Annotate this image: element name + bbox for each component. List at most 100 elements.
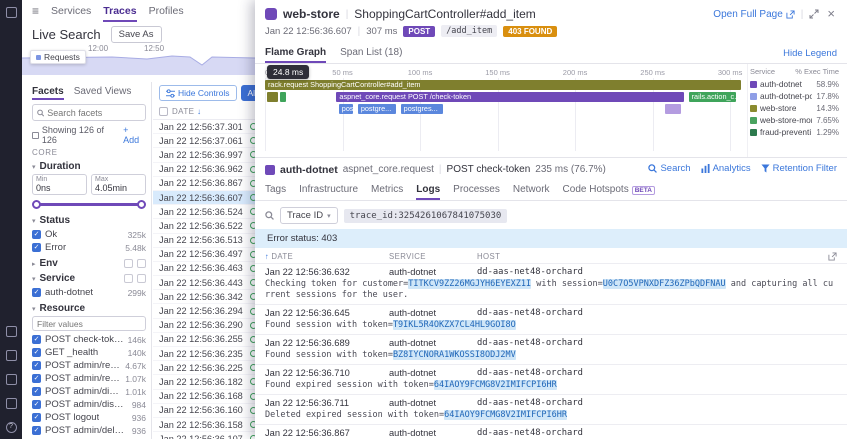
resource-option[interactable]: ✓ POST admin/remove-f... 4.67k — [32, 359, 146, 372]
resource-option[interactable]: ✓ POST admin/disable-un... 1.01k — [32, 385, 146, 398]
facet-menu-icon[interactable] — [137, 274, 146, 283]
error-status-banner[interactable]: Error status: 403 — [255, 229, 847, 248]
trace-row[interactable]: Jan 22 12:56:36.607auth-dotnet — [153, 190, 255, 206]
trace-id-filter-dropdown[interactable]: Trace ID ▾ — [280, 207, 338, 224]
flame-span[interactable]: postgres... — [400, 104, 444, 114]
duration-max-input[interactable]: Max 4.05min — [91, 174, 146, 195]
status-option[interactable]: ✓ Ok 325k — [32, 228, 146, 241]
checkbox[interactable]: ✓ — [32, 374, 41, 383]
legend-item[interactable]: auth-dotnet 58.9% — [750, 78, 839, 90]
expand-panel-icon[interactable] — [809, 9, 819, 19]
trace-row[interactable]: Jan 22 12:56:36.255auth-dotnet — [153, 333, 255, 347]
duration-min-input[interactable]: Min 0ns — [32, 174, 87, 195]
tab-tags[interactable]: Tags — [265, 180, 286, 200]
checkbox[interactable]: ✓ — [32, 361, 41, 370]
facet-service-header[interactable]: ▾ Service — [32, 273, 146, 284]
checkbox[interactable]: ✓ — [32, 348, 41, 357]
trace-row[interactable]: Jan 22 12:56:36.463auth-dotnet — [153, 262, 255, 277]
trace-row[interactable]: Jan 22 12:56:36.225auth-dotnet — [153, 361, 255, 376]
trace-row[interactable]: Jan 22 12:56:36.160auth-dotnet — [153, 404, 255, 418]
legend-item[interactable]: fraud-preventi... 1.29% — [750, 126, 839, 138]
legend-item[interactable]: web-store-mon... 7.65% — [750, 114, 839, 126]
tab-infrastructure[interactable]: Infrastructure — [299, 180, 358, 200]
tab-metrics[interactable]: Metrics — [371, 180, 403, 200]
resource-filter[interactable] — [32, 316, 146, 331]
log-entry[interactable]: Jan 22 12:56:36.711 auth-dotnet dd-aas-net… — [255, 394, 847, 424]
facet-filter-icon[interactable] — [124, 274, 133, 283]
close-icon[interactable]: × — [825, 7, 837, 20]
resource-option[interactable]: ✓ POST check-token 146k — [32, 333, 146, 346]
trace-row[interactable]: Jan 22 12:56:36.997auth-dotnet — [153, 148, 255, 163]
hide-controls-button[interactable]: Hide Controls — [159, 85, 237, 101]
trace-row[interactable]: Jan 22 12:56:36.513auth-dotnet — [153, 234, 255, 248]
duration-slider[interactable] — [32, 199, 146, 210]
trace-row[interactable]: Jan 22 12:56:36.168auth-dotnet — [153, 390, 255, 404]
checkbox[interactable]: ✓ — [32, 335, 41, 344]
trace-row[interactable]: Jan 22 12:56:36.107auth-dotnet — [153, 432, 255, 439]
tab-processes[interactable]: Processes — [453, 180, 500, 200]
flame-span[interactable] — [267, 92, 278, 102]
legend-item[interactable]: auth-dotnet-po... 17.8% — [750, 90, 839, 102]
apps-grid-icon[interactable] — [5, 7, 17, 18]
trace-row[interactable]: Jan 22 12:56:36.294auth-dotnet — [153, 304, 255, 319]
resource-option[interactable]: ✓ POST admin/delete-us...936 — [32, 424, 146, 437]
trace-row[interactable]: Jan 22 12:56:36.443auth-dotnet — [153, 276, 255, 291]
trace-row[interactable]: Jan 22 12:56:36.158auth-dotnet — [153, 418, 255, 433]
trace-row[interactable]: Jan 22 12:56:37.061auth-dotnet — [153, 134, 255, 149]
open-in-logs-icon[interactable] — [828, 252, 837, 261]
settings-icon[interactable] — [5, 398, 17, 409]
trace-row[interactable]: Jan 22 12:56:36.524auth-dotnet — [153, 205, 255, 220]
facet-duration-header[interactable]: ▾ Duration — [32, 161, 146, 172]
checkbox[interactable]: ✓ — [32, 400, 41, 409]
log-column-host[interactable]: HOST — [477, 252, 627, 261]
log-column-date[interactable]: ↑ DATE — [265, 252, 389, 261]
resource-option[interactable]: ✓ POST logout 936 — [32, 411, 146, 424]
select-all-checkbox[interactable] — [159, 107, 168, 116]
facet-env-header[interactable]: ▸ Env — [32, 258, 146, 269]
nav-tab-traces[interactable]: Traces — [103, 0, 136, 22]
trace-row[interactable]: Jan 22 12:56:36.342auth-dotnet — [153, 290, 255, 305]
checkbox[interactable]: ✓ — [32, 230, 41, 239]
add-facet-button[interactable]: + Add — [123, 125, 146, 145]
legend-item[interactable]: web-store 14.3% — [750, 102, 839, 114]
facet-resource-header[interactable]: ▾ Resource — [32, 303, 146, 314]
log-entry[interactable]: Jan 22 12:56:36.632 auth-dotnet dd-aas-net… — [255, 263, 847, 304]
status-option[interactable]: ✓ Error 5.48k — [32, 241, 146, 254]
resource-option[interactable]: ✓ GET _health 140k — [32, 346, 146, 359]
menu-icon[interactable]: ≡ — [32, 4, 39, 18]
log-entry[interactable]: Jan 22 12:56:36.689 auth-dotnet dd-aas-net… — [255, 334, 847, 364]
checkbox[interactable]: ✓ — [32, 288, 41, 297]
facet-menu-icon[interactable] — [137, 259, 146, 268]
resource-filter-input[interactable] — [37, 318, 141, 329]
trace-row[interactable]: Jan 22 12:56:36.182auth-dotnet — [153, 375, 255, 390]
trace-row[interactable]: Jan 22 12:56:36.522auth-dotnet — [153, 219, 255, 234]
tab-network[interactable]: Network — [513, 180, 550, 200]
flame-span[interactable] — [664, 104, 682, 114]
trace-row[interactable]: Jan 22 12:56:36.962auth-dotnet — [153, 163, 255, 177]
trace-row[interactable]: Jan 22 12:56:36.497auth-dotnet — [153, 248, 255, 262]
checkbox[interactable]: ✓ — [32, 413, 41, 422]
log-column-service[interactable]: SERVICE — [389, 252, 477, 261]
flame-span[interactable]: postgre... — [357, 104, 396, 114]
open-full-page-link[interactable]: Open Full Page — [713, 9, 795, 20]
tab-facets[interactable]: Facets — [32, 84, 64, 100]
log-entry[interactable]: Jan 22 12:56:36.645 auth-dotnet dd-aas-net… — [255, 304, 847, 334]
analytics-button[interactable]: Analytics — [701, 163, 751, 174]
log-entry[interactable]: Jan 22 12:56:36.867 auth-dotnet dd-aas-net… — [255, 424, 847, 439]
retention-filter-button[interactable]: Retention Filter — [761, 163, 837, 174]
column-date[interactable]: DATE ↓ — [172, 107, 255, 116]
flame-graph[interactable]: 050 ms100 ms150 ms200 ms250 ms300 ms rac… — [265, 65, 742, 157]
flame-span[interactable]: aspnet_core.request POST /check-token — [336, 92, 684, 102]
checkbox[interactable]: ✓ — [32, 426, 41, 435]
trace-row[interactable]: Jan 22 12:56:36.867auth-dotnet — [153, 177, 255, 191]
organization-icon[interactable] — [5, 326, 17, 337]
trace-row[interactable]: Jan 22 12:56:37.301auth-dotnet — [153, 120, 255, 135]
tab-saved-views[interactable]: Saved Views — [74, 84, 132, 100]
all-spans-button[interactable]: All Spans — [240, 85, 255, 101]
facet-filter-icon[interactable] — [124, 259, 133, 268]
slider-handle-min[interactable] — [32, 200, 41, 209]
flame-span[interactable]: rails.action_c... — [688, 92, 737, 102]
tab-span-list-18-[interactable]: Span List (18) — [340, 43, 402, 63]
checkbox[interactable]: ✓ — [32, 243, 41, 252]
service-option[interactable]: ✓ auth-dotnet 299k — [32, 286, 146, 299]
